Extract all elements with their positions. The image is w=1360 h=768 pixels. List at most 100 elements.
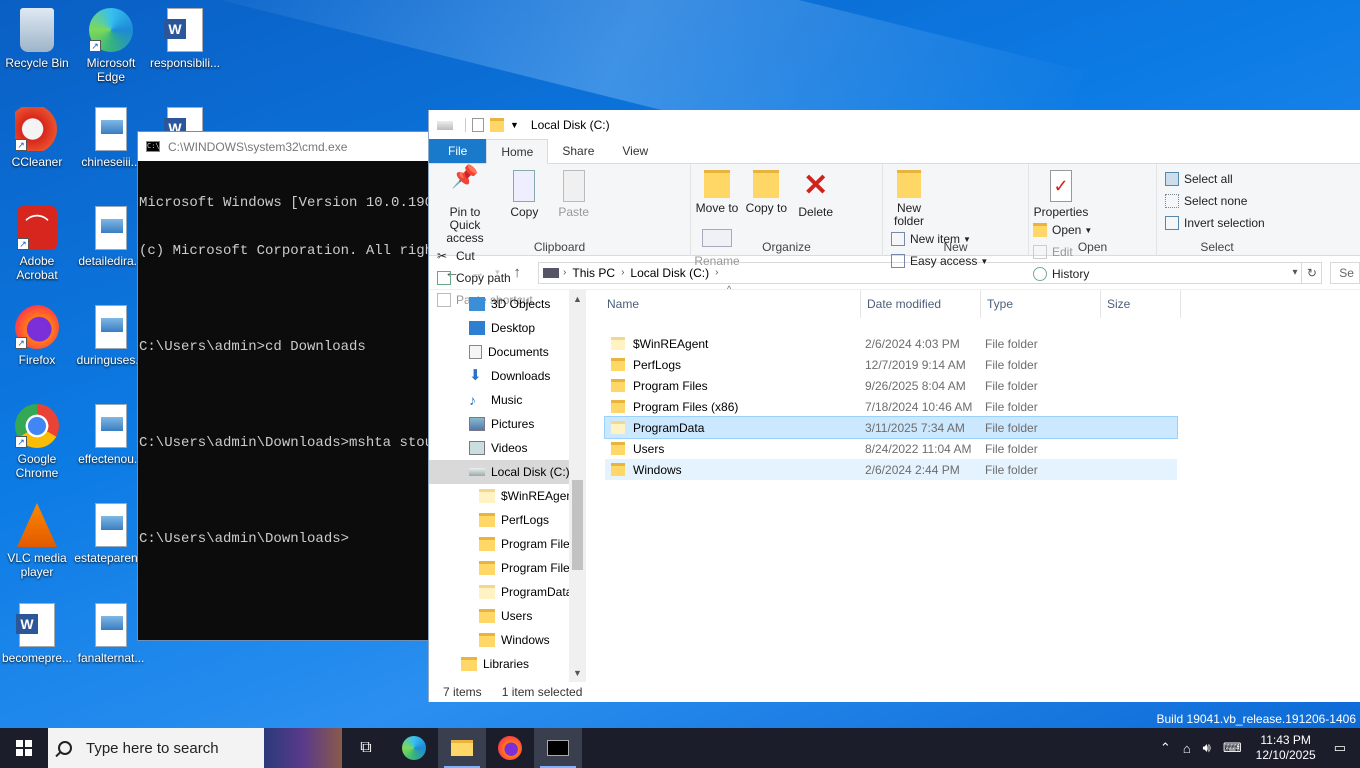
tab-file[interactable]: File bbox=[429, 139, 487, 163]
column-name[interactable]: Name bbox=[605, 290, 861, 318]
copy-button[interactable]: Copy bbox=[502, 168, 546, 219]
column-type[interactable]: Type bbox=[981, 290, 1101, 318]
properties-icon[interactable] bbox=[472, 118, 484, 132]
button-label: Rename bbox=[694, 254, 740, 268]
file-row[interactable]: PerfLogs 12/7/2019 9:14 AM File folder bbox=[605, 354, 1360, 375]
delete-button[interactable]: ✕ Delete bbox=[794, 168, 838, 219]
new-folder-icon[interactable] bbox=[490, 118, 504, 132]
desktop-icon-google-chrome[interactable]: ↗ Google Chrome bbox=[0, 404, 74, 480]
nav-item-program-files-x86[interactable]: Program Files bbox=[429, 556, 586, 580]
documents-icon bbox=[469, 345, 482, 359]
breadcrumb-this-pc[interactable]: This PC bbox=[572, 266, 615, 280]
nav-item-program-files[interactable]: Program Files bbox=[429, 532, 586, 556]
copy-path-button[interactable]: Copy path bbox=[437, 267, 533, 289]
nav-item-programdata[interactable]: ProgramData bbox=[429, 580, 586, 604]
column-size[interactable]: Size bbox=[1101, 290, 1181, 318]
tab-home[interactable]: Home bbox=[486, 139, 549, 164]
file-row[interactable]: Program Files 9/26/2025 8:04 AM File fol… bbox=[605, 375, 1360, 396]
cmd-taskbar-icon[interactable] bbox=[534, 728, 582, 768]
history-button[interactable]: History bbox=[1033, 263, 1092, 285]
tab-view[interactable]: View bbox=[608, 139, 662, 163]
volume-icon[interactable]: 🔊︎ bbox=[1203, 740, 1211, 756]
copy-icon bbox=[513, 170, 536, 202]
nav-item-libraries[interactable]: Libraries bbox=[429, 652, 586, 676]
status-item-count: 7 items bbox=[443, 685, 482, 699]
pin-to-quick-access-button[interactable]: 📌 Pin to Quick access bbox=[433, 166, 497, 245]
desktop-icon-vlc[interactable]: VLC media player bbox=[0, 503, 74, 579]
new-folder-button[interactable]: New folder bbox=[887, 168, 931, 228]
3d-objects-icon bbox=[469, 297, 485, 311]
firefox-taskbar-icon[interactable] bbox=[486, 728, 534, 768]
desktop-icon-microsoft-edge[interactable]: ↗ Microsoft Edge bbox=[74, 8, 148, 84]
nav-item-users[interactable]: Users bbox=[429, 604, 586, 628]
cmd-window[interactable]: C:\ C:\WINDOWS\system32\cmd.exe Microsof… bbox=[137, 131, 437, 641]
nav-item-windows[interactable]: Windows bbox=[429, 628, 586, 652]
nav-item-videos[interactable]: Videos bbox=[429, 436, 586, 460]
file-row-selected[interactable]: ProgramData 3/11/2025 7:34 AM File folde… bbox=[604, 416, 1178, 439]
desktop-icon-adobe-acrobat[interactable]: ⌒ ↗ Adobe Acrobat bbox=[0, 206, 74, 282]
file-row[interactable]: Program Files (x86) 7/18/2024 10:46 AM F… bbox=[605, 396, 1360, 417]
nav-item-downloads[interactable]: ⬇ Downloads bbox=[429, 364, 586, 388]
file-name: ProgramData bbox=[633, 420, 705, 435]
nav-label: Videos bbox=[491, 441, 528, 455]
history-icon bbox=[1033, 267, 1047, 281]
desktop-icon-firefox[interactable]: ↗ Firefox bbox=[0, 305, 74, 367]
notifications-icon[interactable]: ▭ bbox=[1334, 740, 1346, 756]
file-row[interactable]: $WinREAgent 2/6/2024 4:03 PM File folder bbox=[605, 333, 1360, 354]
desktop-icon-becomepre[interactable]: W becomepre... bbox=[0, 603, 74, 665]
nav-item-winreagent[interactable]: $WinREAgent bbox=[429, 484, 586, 508]
nav-item-perflogs[interactable]: PerfLogs bbox=[429, 508, 586, 532]
file-explorer-window[interactable]: ▼ Local Disk (C:) File Home Share View 📌… bbox=[428, 110, 1360, 702]
open-button[interactable]: Open ▼ bbox=[1033, 219, 1092, 241]
scroll-down-icon[interactable]: ▼ bbox=[569, 668, 586, 678]
desktop-icon-label: responsibili... bbox=[149, 56, 221, 70]
nav-item-documents[interactable]: Documents bbox=[429, 340, 586, 364]
cmd-console[interactable]: Microsoft Windows [Version 10.0.19045 (c… bbox=[138, 161, 436, 581]
qat-dropdown-icon[interactable]: ▼ bbox=[510, 120, 519, 130]
cmd-titlebar[interactable]: C:\ C:\WINDOWS\system32\cmd.exe bbox=[138, 132, 436, 161]
paste-button[interactable]: Paste bbox=[552, 168, 596, 219]
properties-button[interactable]: ✓ Properties bbox=[1033, 168, 1089, 219]
taskbar-search-box[interactable]: Type here to search bbox=[48, 728, 342, 768]
ribbon-group-clipboard: 📌 Pin to Quick access Copy Paste ✂ Cut Co… bbox=[429, 164, 691, 307]
task-view-icon[interactable]: ⧉ bbox=[342, 728, 390, 768]
desktop-icon-ccleaner[interactable]: ↗ CCleaner bbox=[0, 107, 74, 169]
nav-item-desktop[interactable]: Desktop bbox=[429, 316, 586, 340]
drive-icon bbox=[437, 120, 453, 130]
move-to-button[interactable]: Move to bbox=[695, 168, 739, 215]
nav-scrollbar[interactable]: ▲ ▼ bbox=[569, 290, 586, 682]
chevron-up-icon[interactable]: ⌃ bbox=[1160, 740, 1171, 756]
tab-share[interactable]: Share bbox=[548, 139, 608, 163]
nav-item-3d-objects[interactable]: 3D Objects bbox=[429, 292, 586, 316]
edge-taskbar-icon[interactable] bbox=[390, 728, 438, 768]
file-row-hover[interactable]: Windows 2/6/2024 2:44 PM File folder bbox=[605, 459, 1177, 480]
column-date-modified[interactable]: Date modified bbox=[861, 290, 981, 318]
nav-item-music[interactable]: ♪ Music bbox=[429, 388, 586, 412]
network-icon[interactable]: ⌂ bbox=[1183, 741, 1191, 756]
desktop-icon-responsibili[interactable]: W responsibili... bbox=[148, 8, 222, 70]
file-explorer-taskbar-icon[interactable] bbox=[438, 728, 486, 768]
address-dropdown-icon[interactable]: ▾ bbox=[1292, 267, 1297, 278]
select-none-button[interactable]: Select none bbox=[1165, 190, 1265, 212]
start-button[interactable] bbox=[0, 728, 48, 768]
button-label: New folder bbox=[893, 201, 925, 228]
invert-selection-button[interactable]: Invert selection bbox=[1165, 212, 1265, 234]
folder-icon bbox=[611, 358, 625, 371]
scroll-up-icon[interactable]: ▲ bbox=[569, 294, 586, 304]
desktop-icon-recycle-bin[interactable]: Recycle Bin bbox=[0, 8, 74, 70]
shortcut-arrow-icon: ↗ bbox=[15, 139, 27, 151]
copy-to-button[interactable]: Copy to bbox=[744, 168, 788, 215]
console-line: C:\Users\admin\Downloads>mshta stour bbox=[139, 435, 436, 451]
refresh-icon[interactable]: ↻ bbox=[1302, 261, 1323, 284]
clock[interactable]: 11:43 PM 12/10/2025 bbox=[1256, 733, 1316, 763]
keyboard-icon[interactable]: ⌨ bbox=[1223, 740, 1242, 756]
group-label: Open bbox=[1077, 240, 1108, 254]
select-all-button[interactable]: Select all bbox=[1165, 168, 1265, 190]
explorer-titlebar[interactable]: ▼ Local Disk (C:) bbox=[429, 110, 1360, 140]
file-row[interactable]: Users 8/24/2022 11:04 AM File folder bbox=[605, 438, 1360, 459]
nav-item-local-disk[interactable]: Local Disk (C:) bbox=[429, 460, 586, 484]
search-input[interactable]: Se bbox=[1330, 261, 1360, 284]
scrollbar-thumb[interactable] bbox=[572, 480, 583, 570]
nav-item-pictures[interactable]: Pictures bbox=[429, 412, 586, 436]
file-date: 7/18/2024 10:46 AM bbox=[865, 399, 973, 414]
